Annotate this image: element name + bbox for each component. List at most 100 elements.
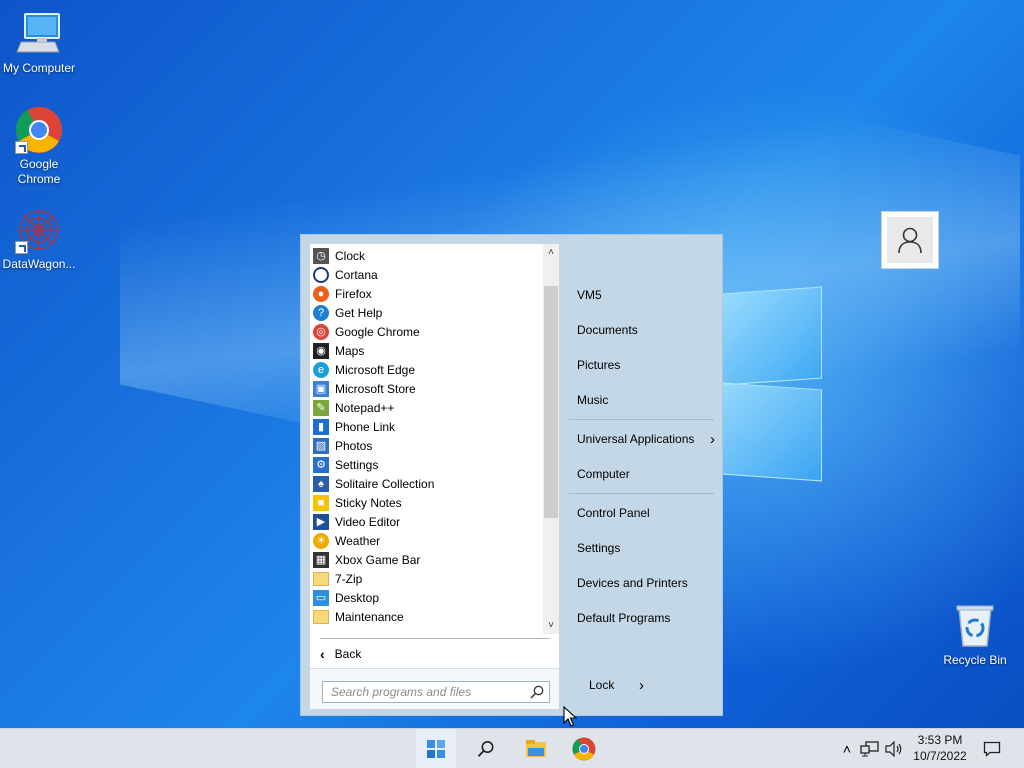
program-label: Photos xyxy=(335,438,373,453)
programs-divider xyxy=(320,638,550,639)
programs-scrollbar[interactable]: ˄ ˅ xyxy=(543,244,559,634)
notifications-button[interactable] xyxy=(972,729,1012,768)
program-item[interactable]: ▶ Video Editor xyxy=(310,512,543,531)
menu-item-label: Universal Applications xyxy=(577,432,695,446)
menu-item-settings[interactable]: Settings xyxy=(577,538,715,558)
desktop-icon-datawagon[interactable]: DataWagon... xyxy=(0,206,78,272)
program-item[interactable]: ⚙ Settings xyxy=(310,455,543,474)
start-button[interactable] xyxy=(416,729,456,768)
menu-item-label: Control Panel xyxy=(577,506,650,520)
program-label: Firefox xyxy=(335,286,372,301)
menu-separator xyxy=(569,419,714,420)
program-label: Weather xyxy=(335,533,381,548)
menu-item-label: Computer xyxy=(577,467,630,481)
program-item[interactable]: ▭ Desktop xyxy=(310,588,543,607)
program-item[interactable]: ▦ Xbox Game Bar xyxy=(310,550,543,569)
program-label: Google Chrome xyxy=(335,324,420,339)
chrome-icon: ◎ xyxy=(313,323,329,340)
video-editor-icon: ▶ xyxy=(313,513,329,530)
chevron-right-icon: › xyxy=(710,430,715,448)
desktop-icon-google-chrome[interactable]: Google Chrome xyxy=(0,106,78,187)
show-hidden-icons-chevron-up-icon[interactable]: ˄ xyxy=(836,741,858,757)
scroll-down-arrow-icon[interactable]: ˅ xyxy=(543,617,559,634)
firefox-icon: ● xyxy=(313,285,329,302)
menu-separator xyxy=(569,493,714,494)
program-item[interactable]: ✎ Notepad++ xyxy=(310,398,543,417)
program-item[interactable]: ◷ Clock xyxy=(310,246,543,265)
program-item[interactable]: 7-Zip xyxy=(310,569,543,588)
program-item[interactable]: ◎ Google Chrome xyxy=(310,322,543,341)
scroll-up-arrow-icon[interactable]: ˄ xyxy=(543,244,559,261)
program-label: Phone Link xyxy=(335,419,396,434)
photos-icon: ▨ xyxy=(313,437,329,454)
desktop-icon-my-computer[interactable]: My Computer xyxy=(0,10,78,76)
program-label: Desktop xyxy=(335,590,380,605)
program-label: Maintenance xyxy=(335,609,404,624)
lock-label: Lock xyxy=(589,678,615,692)
menu-item-label: VM5 xyxy=(577,288,602,302)
program-label: Solitaire Collection xyxy=(335,476,435,491)
desktop-icon: ▭ xyxy=(313,589,329,606)
program-item[interactable]: e Microsoft Edge xyxy=(310,360,543,379)
menu-item-computer[interactable]: Computer xyxy=(577,464,715,484)
taskbar-clock[interactable]: 3:53 PM 10/7/2022 xyxy=(904,732,976,764)
user-avatar-icon xyxy=(887,217,933,263)
search-input[interactable] xyxy=(331,685,527,699)
menu-item-music[interactable]: Music xyxy=(577,390,715,410)
clock-icon: ◷ xyxy=(313,247,329,264)
search-icon xyxy=(530,685,544,699)
volume-icon[interactable] xyxy=(884,741,904,757)
store-icon: ▣ xyxy=(313,380,329,397)
datawagon-icon xyxy=(15,206,63,254)
taskbar: ˄ 3:53 PM 10/7/2022 xyxy=(0,728,1024,768)
scrollbar-thumb[interactable] xyxy=(544,286,558,518)
program-item[interactable]: ▮ Phone Link xyxy=(310,417,543,436)
program-item[interactable]: ☀ Weather xyxy=(310,531,543,550)
file-explorer-icon xyxy=(526,740,546,757)
windows-logo-pane-bl xyxy=(722,382,822,482)
menu-item-label: Pictures xyxy=(577,358,621,372)
program-item[interactable]: ♠ Solitaire Collection xyxy=(310,474,543,493)
menu-item-devices-and-printers[interactable]: Devices and Printers xyxy=(577,573,715,593)
user-picture-tile[interactable] xyxy=(881,211,939,269)
chrome-icon xyxy=(572,737,596,761)
program-item[interactable]: ● Firefox xyxy=(310,284,543,303)
weather-icon: ☀ xyxy=(313,532,329,549)
program-item[interactable]: ○ Cortana xyxy=(310,265,543,284)
monitor-icon xyxy=(15,10,63,58)
search-box[interactable] xyxy=(322,681,550,703)
program-item[interactable]: Maintenance xyxy=(310,607,543,626)
network-icon[interactable] xyxy=(860,741,880,757)
programs-list: ◷ Clock ○ Cortana ● Firefox ? Get Help ◎ Google C… xyxy=(310,244,543,634)
clock-time: 3:53 PM xyxy=(917,733,963,747)
search-area xyxy=(310,668,559,709)
menu-item-pictures[interactable]: Pictures xyxy=(577,355,715,375)
windows-logo-icon xyxy=(427,740,445,758)
desktop-icon-recycle-bin[interactable]: Recycle Bin xyxy=(936,602,1014,668)
recycle-bin-icon xyxy=(951,602,999,650)
menu-item-documents[interactable]: Documents xyxy=(577,320,715,340)
menu-item-control-panel[interactable]: Control Panel xyxy=(577,503,715,523)
program-item[interactable]: ■ Sticky Notes xyxy=(310,493,543,512)
program-item[interactable]: ? Get Help xyxy=(310,303,543,322)
solitaire-icon: ♠ xyxy=(313,475,329,492)
program-item[interactable]: ▣ Microsoft Store xyxy=(310,379,543,398)
program-label: Notepad++ xyxy=(335,400,395,415)
shutdown-options-button[interactable]: › xyxy=(639,675,659,695)
taskbar-chrome-button[interactable] xyxy=(564,729,604,768)
menu-item-default-programs[interactable]: Default Programs xyxy=(577,608,715,628)
taskbar-search-button[interactable] xyxy=(466,729,506,768)
taskbar-file-explorer-button[interactable] xyxy=(516,729,556,768)
windows-logo-pane-tl xyxy=(722,286,822,386)
program-item[interactable]: ▨ Photos xyxy=(310,436,543,455)
menu-item-universal-applications[interactable]: Universal Applications › xyxy=(577,429,715,449)
program-label: Settings xyxy=(335,457,379,472)
menu-item-label: Settings xyxy=(577,541,621,555)
back-button[interactable]: ‹ Back xyxy=(320,644,361,664)
system-tray: ˄ xyxy=(836,729,904,768)
program-item[interactable]: ◉ Maps xyxy=(310,341,543,360)
menu-item-user-vm5[interactable]: VM5 xyxy=(577,285,715,305)
program-label: Clock xyxy=(335,248,366,263)
program-label: Sticky Notes xyxy=(335,495,402,510)
program-label: Microsoft Store xyxy=(335,381,416,396)
